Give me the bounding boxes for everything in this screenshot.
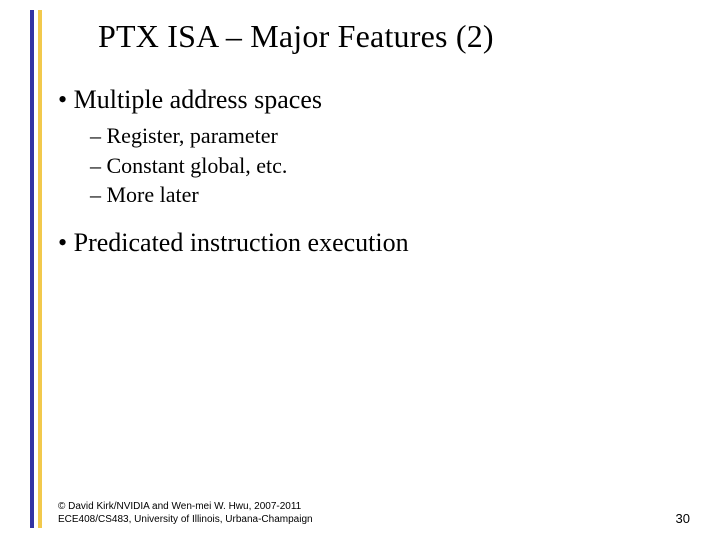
sub-bullet-item: Constant global, etc. bbox=[90, 151, 700, 181]
footer-line: © David Kirk/NVIDIA and Wen-mei W. Hwu, … bbox=[58, 501, 313, 514]
slide-title: PTX ISA – Major Features (2) bbox=[98, 18, 700, 55]
accent-stripe bbox=[30, 10, 42, 528]
slide-content: PTX ISA – Major Features (2) Multiple ad… bbox=[58, 0, 700, 540]
footer-credits: © David Kirk/NVIDIA and Wen-mei W. Hwu, … bbox=[58, 501, 313, 526]
bullet-item: Predicated instruction execution bbox=[58, 228, 700, 258]
bullet-list: Multiple address spaces Register, parame… bbox=[58, 85, 700, 258]
stripe-yellow bbox=[38, 10, 42, 528]
page-number: 30 bbox=[676, 511, 690, 526]
sub-bullet-item: More later bbox=[90, 180, 700, 210]
sub-bullet-list: Register, parameter Constant global, etc… bbox=[90, 121, 700, 210]
sub-bullet-item: Register, parameter bbox=[90, 121, 700, 151]
bullet-item: Multiple address spaces bbox=[58, 85, 700, 115]
footer-line: ECE408/CS483, University of Illinois, Ur… bbox=[58, 514, 313, 527]
slide-footer: © David Kirk/NVIDIA and Wen-mei W. Hwu, … bbox=[58, 501, 700, 526]
